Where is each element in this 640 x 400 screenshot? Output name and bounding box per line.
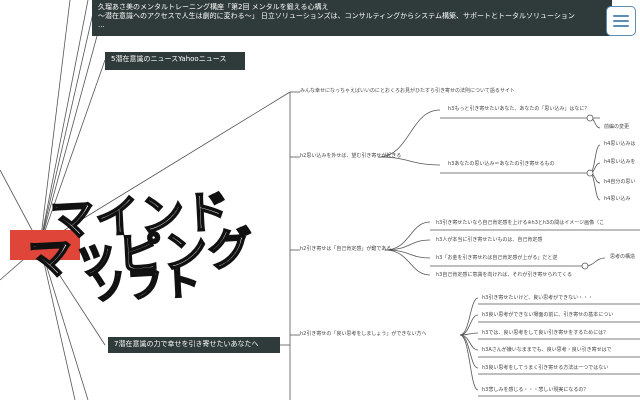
header-title-line2: 〜潜在意識へのアクセスで人生は劇的に変わる〜」 日立ソリューションズは、コンサル… (98, 12, 575, 20)
node-b1b2[interactable]: h4思い込みを (604, 159, 635, 165)
logo-line3: ソフト (88, 261, 203, 310)
node-b3[interactable]: h2引き寄せの「良い思考をしましょう」ができない方へ (300, 331, 426, 337)
node-b1b3[interactable]: h4自分の思い (604, 179, 635, 185)
node-news[interactable]: 5潜在意識のニュースYahooニュース (105, 52, 245, 70)
header-title-node[interactable]: 久瑠あさ美のメンタルトレーニング構座「第2回 メンタルを鍛える心構え 〜潜在意識… (92, 0, 612, 36)
node-b1b4[interactable]: h4思い込み (604, 196, 630, 202)
node-b2b[interactable]: h3人が本当に引き寄せたいものは、自己肯定感 (436, 237, 542, 243)
node-intro[interactable]: みんな幸せになっちゃえばいいのにとおくろお見がひたすら引き寄せの法則について語る… (300, 88, 515, 94)
node-b3d[interactable]: h3Aさんが嫌いなままでも、良い思考・良い引き寄せはで (482, 347, 612, 353)
node-b1b1[interactable]: h4思い込みは (604, 141, 635, 147)
header-title-line3: ... (98, 21, 105, 29)
node-attract[interactable]: 7潜在意識の力で幸せを引き寄せたいあなたへ (108, 337, 280, 353)
menu-button[interactable] (606, 6, 636, 36)
node-b2a[interactable]: h3引き寄せたいなら自己肯定感を上げる※h3とh3の間はイメージ画像（こ (436, 220, 604, 226)
node-b1a1[interactable]: 前編の変更 (604, 124, 629, 130)
node-b2c[interactable]: h3「お金を引き寄せれば自己肯定感が上がる」だと逆 (436, 255, 557, 261)
mindmap-software-logo: マインド マッピング ソフト (10, 180, 290, 310)
node-b2c1[interactable]: 思考の構造 (610, 254, 635, 260)
node-b1b[interactable]: h3あなたの思い込み＝あなたの引き寄せるもの (448, 161, 554, 167)
node-b1a[interactable]: h3もっと引き寄せたいあなた、あなたの「思い込み」はなに？ (448, 106, 589, 112)
node-b1[interactable]: h2思い込みを外せば、望む引き寄せが起きる (300, 153, 401, 159)
node-b2d[interactable]: h3自己肯定感に意識を向ければ、それが引き寄せられてくる (436, 272, 572, 278)
node-b3c[interactable]: h3では、良い思考をして良い引き寄せをするためには？ (482, 330, 608, 336)
node-b2[interactable]: h2引き寄せは「自己肯定感」が鍵である (300, 246, 391, 252)
node-b3e[interactable]: h3良い思考をしてうまく引き寄せる方法は一つではない (482, 365, 608, 371)
node-b3a[interactable]: h3引き寄せたいけど、良い思考ができない・・・ (482, 295, 593, 301)
node-b3b[interactable]: h3良い思考ができない場面の前に、引き寄せの基本につい (482, 312, 613, 318)
hamburger-menu-icon (613, 15, 629, 27)
node-b3f[interactable]: h3悲しみを感じる・・・悲しい現実になるの？ (482, 387, 588, 393)
header-title-line1: 久瑠あさ美のメンタルトレーニング構座「第2回 メンタルを鍛える心構え (98, 3, 329, 11)
